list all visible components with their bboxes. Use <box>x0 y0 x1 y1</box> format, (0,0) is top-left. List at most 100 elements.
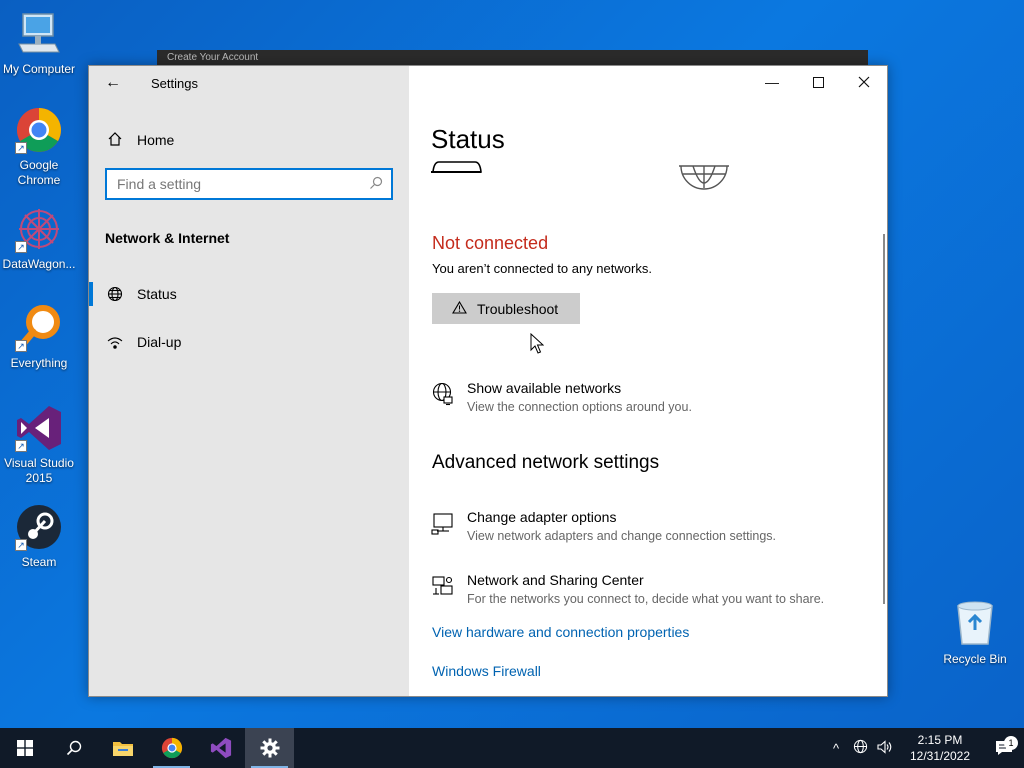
show-networks-option[interactable]: Show available networks View the connect… <box>431 380 692 414</box>
warning-icon <box>452 300 467 317</box>
network-status-diagram <box>431 160 731 190</box>
sidebar-item-label: Dial-up <box>137 334 182 350</box>
option-description: View the connection options around you. <box>467 400 692 414</box>
shortcut-arrow-icon: ↗ <box>15 142 27 154</box>
computer-icon <box>431 161 482 173</box>
taskbar-visual-studio[interactable] <box>196 728 245 768</box>
taskbar-search-button[interactable] <box>49 728 98 768</box>
search-icon[interactable] <box>369 176 383 193</box>
adapter-icon <box>431 509 467 543</box>
desktop-icon-label: Steam <box>21 555 57 569</box>
back-arrow-icon[interactable]: ← <box>105 74 125 92</box>
maximize-icon[interactable] <box>795 66 841 98</box>
search-input[interactable] <box>117 176 369 192</box>
settings-window: ← Settings Home Network & Internet Statu… <box>88 65 888 697</box>
connection-status-description: You aren’t connected to any networks. <box>432 261 652 276</box>
settings-sidebar: ← Settings Home Network & Internet Statu… <box>89 66 409 696</box>
home-icon <box>107 131 137 150</box>
option-title: Change adapter options <box>467 509 617 525</box>
shortcut-arrow-icon: ↗ <box>15 241 27 253</box>
sidebar-item-status[interactable]: Status <box>89 270 409 318</box>
chrome-icon: ↗ <box>15 106 63 154</box>
troubleshoot-label: Troubleshoot <box>477 300 559 317</box>
desktop-icon-steam[interactable]: ↗ Steam <box>0 503 78 570</box>
windows-logo-icon <box>16 740 33 756</box>
notification-count-badge: 1 <box>1004 736 1018 750</box>
option-description: View network adapters and change connect… <box>467 529 776 543</box>
internet-globe-icon <box>679 165 729 190</box>
taskbar-chrome[interactable] <box>147 728 196 768</box>
globe-network-icon <box>431 380 467 414</box>
desktop-icon-my-computer[interactable]: My Computer <box>0 10 78 77</box>
section-title: Network & Internet <box>105 230 230 246</box>
settings-content: — Status Not connected You aren’t connec… <box>409 66 887 696</box>
minimize-icon[interactable]: — <box>749 66 795 98</box>
close-icon[interactable] <box>841 66 887 98</box>
desktop-icon-visual-studio[interactable]: ↗ Visual Studio 2015 <box>0 404 78 486</box>
volume-icon[interactable] <box>872 739 896 757</box>
background-window-title: Create Your Account <box>167 52 259 63</box>
advanced-settings-heading: Advanced network settings <box>432 452 660 473</box>
everything-search-icon: ↗ <box>15 304 63 352</box>
sharing-center-icon <box>431 572 467 606</box>
folder-icon <box>112 742 133 756</box>
desktop-icon-label: DataWagon... <box>2 257 76 271</box>
sharing-center-option[interactable]: Network and Sharing Center For the netwo… <box>431 572 824 606</box>
sidebar-item-label: Status <box>137 286 177 302</box>
change-adapter-option[interactable]: Change adapter options View network adap… <box>431 509 776 543</box>
visual-studio-icon <box>210 737 231 759</box>
steam-icon: ↗ <box>15 503 63 551</box>
shortcut-arrow-icon: ↗ <box>15 340 27 352</box>
desktop-icon-recycle-bin[interactable]: Recycle Bin <box>942 600 1008 666</box>
desktop-icon-label: My Computer <box>2 62 76 76</box>
desktop-icon-datawagon[interactable]: ↗ DataWagon... <box>0 205 78 272</box>
clock-time: 2:15 PM <box>917 733 963 747</box>
mouse-cursor-icon <box>530 332 545 360</box>
action-center-button[interactable]: 1 <box>984 736 1024 756</box>
recycle-bin-icon <box>957 601 993 645</box>
system-tray: ^ 2:15 PM 12/31/2022 1 <box>824 728 1024 768</box>
option-title: Network and Sharing Center <box>467 572 644 588</box>
start-button[interactable] <box>0 728 49 768</box>
chrome-icon <box>161 737 182 759</box>
taskbar-file-explorer[interactable] <box>98 728 147 768</box>
computer-icon <box>15 10 63 58</box>
taskbar: ^ 2:15 PM 12/31/2022 1 <box>0 728 1024 768</box>
clock-date: 12/31/2022 <box>909 749 971 763</box>
option-description: For the networks you connect to, decide … <box>467 592 825 606</box>
desktop-icon-google-chrome[interactable]: ↗ Google Chrome <box>0 106 78 188</box>
shortcut-arrow-icon: ↗ <box>15 440 27 452</box>
troubleshoot-button[interactable]: Troubleshoot <box>432 293 580 324</box>
datawagon-icon: ↗ <box>15 205 63 253</box>
taskbar-settings[interactable] <box>245 728 294 768</box>
nav-list: Status Dial-up <box>89 270 409 366</box>
windows-firewall-link[interactable]: Windows Firewall <box>432 663 541 679</box>
option-title: Show available networks <box>467 380 622 396</box>
network-globe-icon[interactable] <box>848 739 872 757</box>
scrollbar[interactable] <box>883 234 885 604</box>
search-icon <box>66 740 81 756</box>
desktop-icon-label: Recycle Bin <box>943 652 1007 666</box>
chevron-up-icon[interactable]: ^ <box>824 741 848 756</box>
desktop-icon-label: Google Chrome <box>17 158 61 187</box>
desktop-icon-everything[interactable]: ↗ Everything <box>0 304 78 371</box>
hardware-properties-link[interactable]: View hardware and connection properties <box>432 624 689 640</box>
gear-icon <box>260 738 279 758</box>
search-box <box>105 168 393 200</box>
nav-home-label: Home <box>137 132 175 148</box>
background-window[interactable]: Create Your Account <box>157 50 868 66</box>
sidebar-item-dial-up[interactable]: Dial-up <box>89 318 409 366</box>
shortcut-arrow-icon: ↗ <box>15 539 27 551</box>
globe-icon <box>107 286 137 302</box>
window-controls: — <box>749 66 887 98</box>
desktop-icon-label: Visual Studio 2015 <box>4 456 74 485</box>
clock[interactable]: 2:15 PM 12/31/2022 <box>902 732 978 764</box>
visual-studio-icon: ↗ <box>15 404 63 452</box>
title-bar: ← Settings <box>89 66 409 100</box>
dial-up-icon <box>107 335 137 349</box>
desktop-icon-label: Everything <box>10 356 68 370</box>
nav-home[interactable]: Home <box>89 122 409 158</box>
page-title: Status <box>431 124 505 154</box>
connection-status-heading: Not connected <box>432 233 549 253</box>
app-title: Settings <box>151 75 198 91</box>
